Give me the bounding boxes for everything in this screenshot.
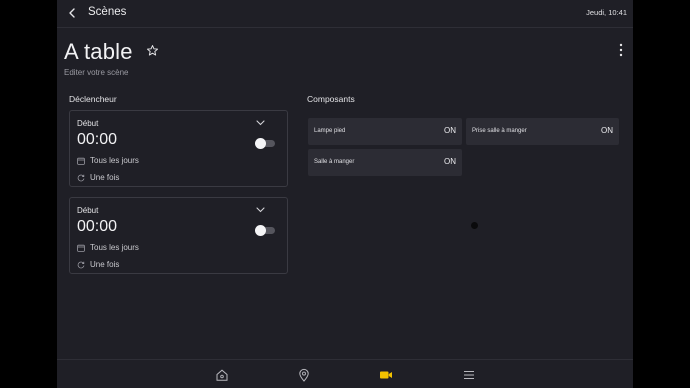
calendar-icon <box>77 244 85 252</box>
trigger-days: Tous les jours <box>90 156 139 165</box>
clock: Jeudi, 10:41 <box>586 8 627 17</box>
page-subtitle: Editer votre scène <box>64 68 129 77</box>
scene-editor-screen: Scènes Jeudi, 10:41 A table Editer votre… <box>57 0 633 388</box>
repeat-icon <box>77 174 85 182</box>
calendar-icon <box>77 157 85 165</box>
trigger-time[interactable]: 00:00 <box>77 218 117 236</box>
trigger-card[interactable]: Début 00:00 Tous les jours Une fois <box>69 197 288 274</box>
component-state[interactable]: ON <box>601 126 613 135</box>
toggle-knob <box>255 138 266 149</box>
location-pin-icon[interactable] <box>297 368 311 382</box>
trigger-label: Début <box>77 206 99 215</box>
trigger-toggle[interactable] <box>255 138 275 149</box>
triggers-section-label: Déclencheur <box>69 94 117 104</box>
header-title: Scènes <box>88 6 127 18</box>
back-arrow-icon[interactable] <box>65 6 79 20</box>
more-options-icon[interactable] <box>618 43 624 57</box>
home-icon[interactable] <box>215 368 229 382</box>
top-bar: Scènes Jeudi, 10:41 <box>57 0 633 28</box>
trigger-time[interactable]: 00:00 <box>77 131 117 149</box>
bottom-nav <box>57 359 633 388</box>
camera-icon[interactable] <box>379 368 393 382</box>
menu-icon[interactable] <box>462 368 476 382</box>
component-state[interactable]: ON <box>444 157 456 166</box>
trigger-days: Tous les jours <box>90 243 139 252</box>
component-tile[interactable]: Lampe pied ON <box>308 118 462 145</box>
component-tile[interactable]: Salle à manger ON <box>308 149 462 176</box>
component-state[interactable]: ON <box>444 126 456 135</box>
page-title: A table <box>64 39 133 64</box>
chevron-down-icon[interactable] <box>256 207 265 213</box>
trigger-label: Début <box>77 119 99 128</box>
star-icon[interactable] <box>146 44 159 57</box>
component-name: Lampe pied <box>314 128 346 134</box>
components-section-label: Composants <box>307 94 355 104</box>
component-name: Prise salle à manger <box>472 128 527 134</box>
trigger-repeat: Une fois <box>90 173 120 182</box>
component-name: Salle à manger <box>314 159 355 165</box>
repeat-icon <box>77 261 85 269</box>
trigger-repeat: Une fois <box>90 260 120 269</box>
chevron-down-icon[interactable] <box>256 120 265 126</box>
toggle-knob <box>255 225 266 236</box>
trigger-card[interactable]: Début 00:00 Tous les jours Une fois <box>69 110 288 187</box>
component-tile[interactable]: Prise salle à manger ON <box>466 118 619 145</box>
pointer-dot <box>471 222 478 229</box>
trigger-toggle[interactable] <box>255 225 275 236</box>
